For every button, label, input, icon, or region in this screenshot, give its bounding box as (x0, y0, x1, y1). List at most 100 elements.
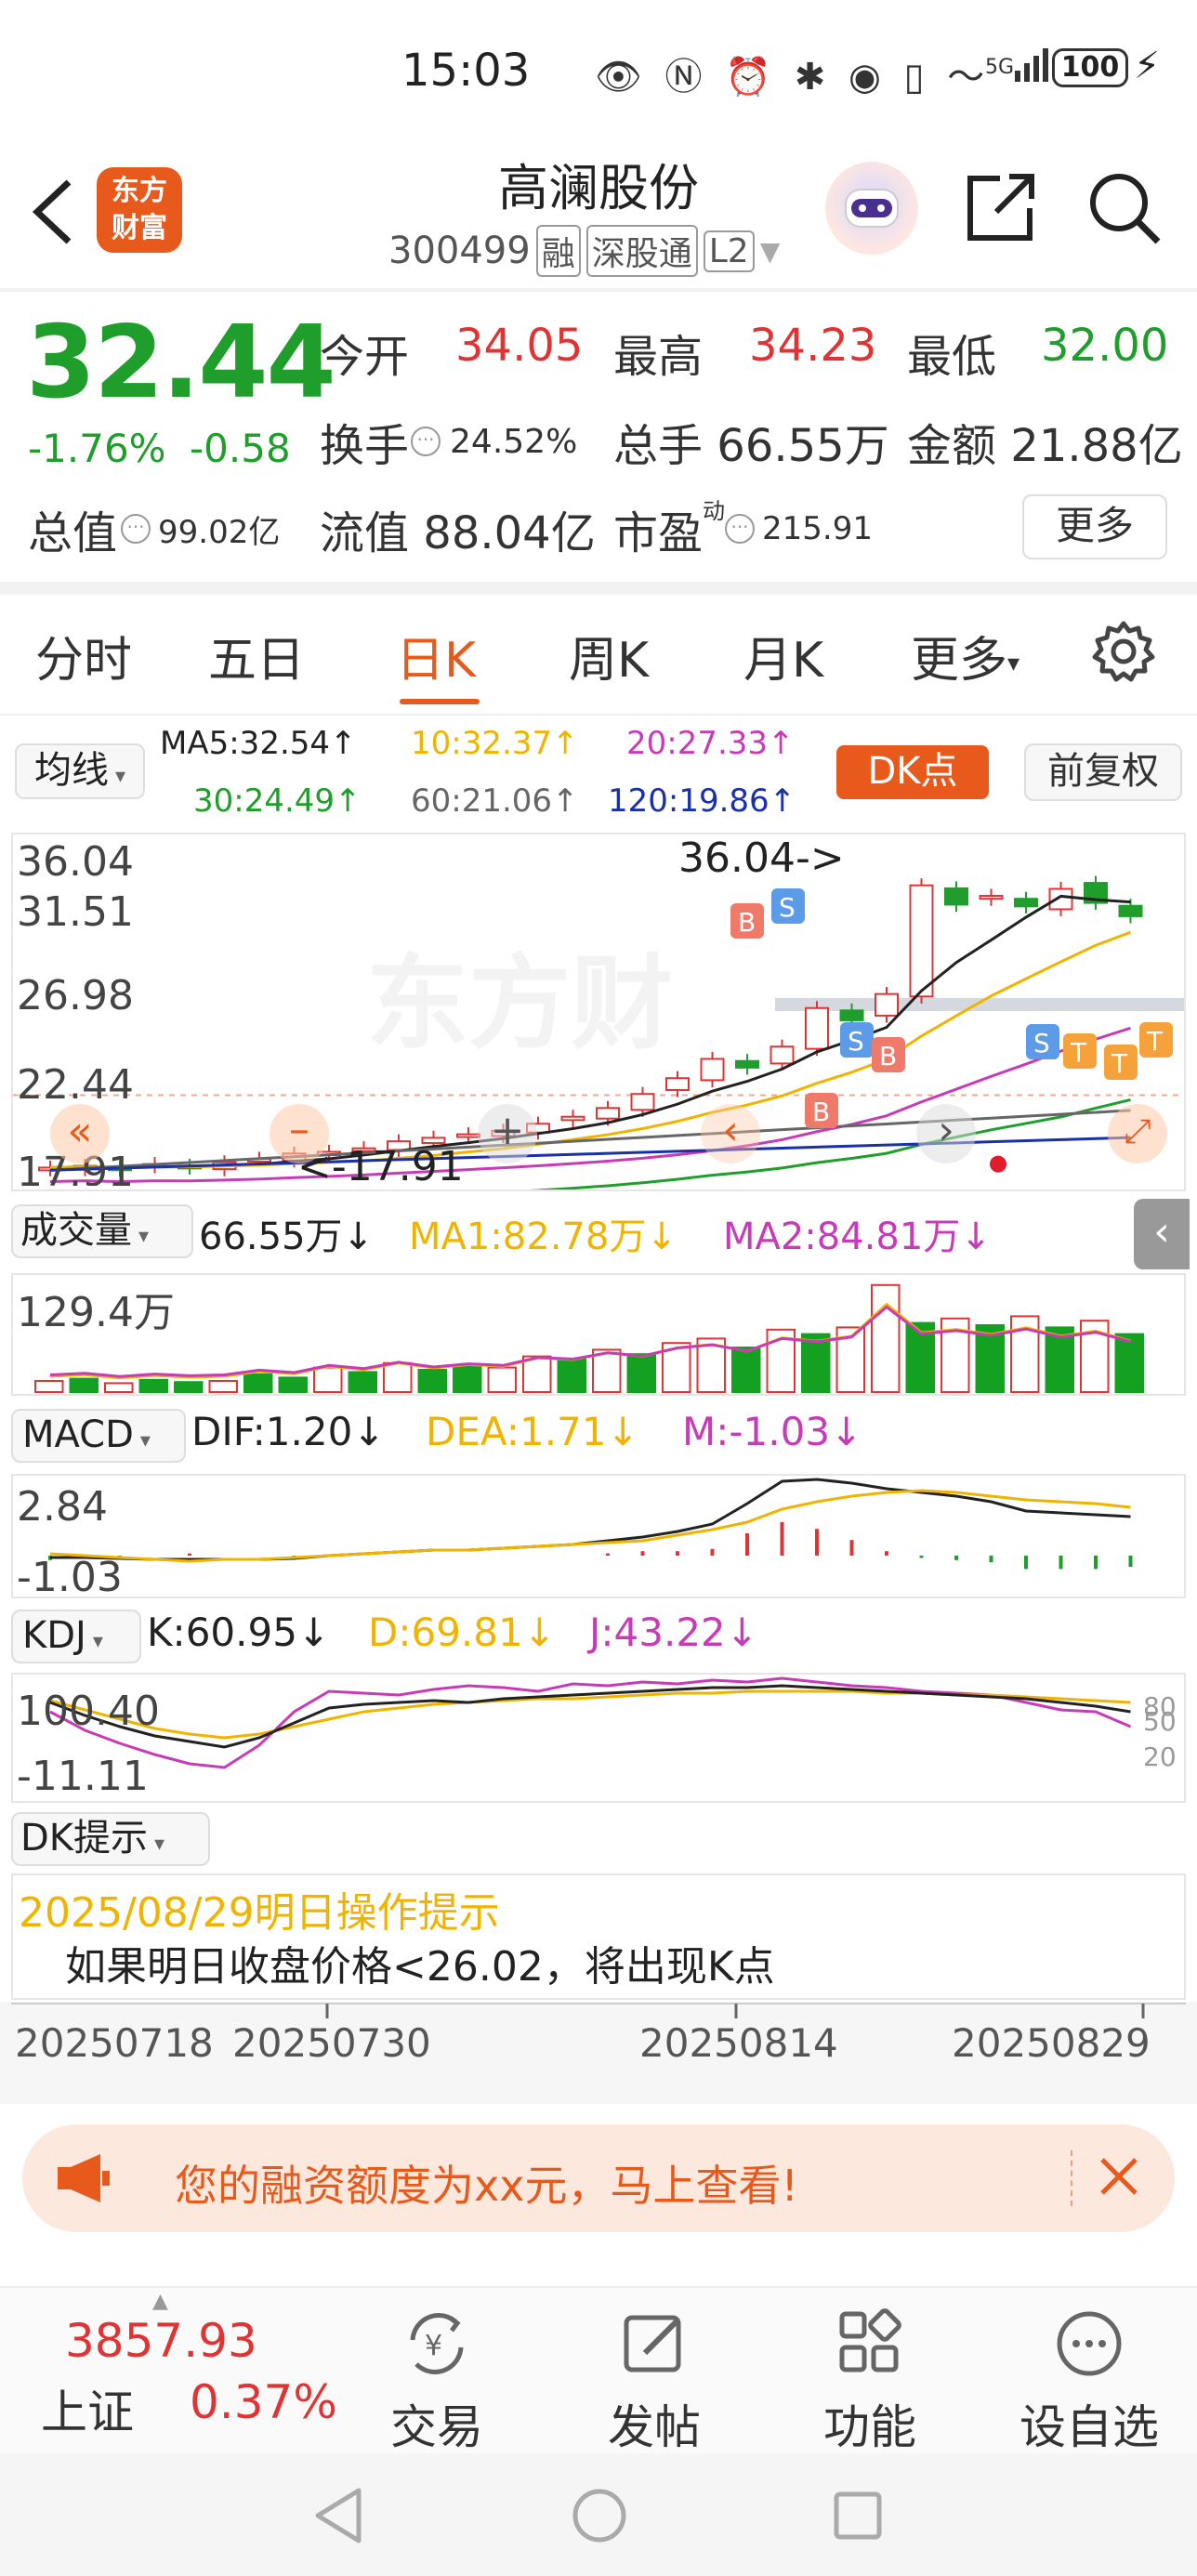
x-date-2: 20250730 (232, 2020, 431, 2066)
ma-dropdown[interactable]: 均线 ▾ (15, 743, 145, 799)
turnover-label: 换手 (320, 420, 410, 472)
dk-point-button[interactable]: DK点 (836, 745, 989, 799)
volume-current: 66.55万↓ (199, 1216, 375, 1258)
period-tabs: 分时 五日 日K 周K 月K 更多▾ (0, 595, 1197, 716)
fullscreen-icon[interactable]: ⤢ (1108, 1104, 1167, 1163)
tab-daily-k[interactable]: 日K (396, 621, 476, 690)
info-icon[interactable]: ··· (411, 427, 441, 456)
tag-connect: 深股通 (585, 225, 698, 277)
ma20-value: 20:27.33↑ (626, 725, 795, 762)
banner-divider (1071, 2150, 1074, 2206)
robot-assistant-icon[interactable] (825, 162, 918, 255)
info-icon[interactable]: ··· (121, 514, 151, 544)
x-date-1: 20250718 (15, 2020, 214, 2066)
settings-gear-icon[interactable] (1091, 619, 1156, 684)
nav-functions[interactable]: 功能 (796, 2307, 944, 2457)
dk-tip-dropdown[interactable]: DK提示 ▾ (11, 1812, 210, 1866)
tab-more[interactable]: 更多▾ (911, 621, 1019, 690)
tab-intraday[interactable]: 分时 (35, 621, 132, 690)
low-value: 32.00 (1041, 320, 1168, 372)
app-logo: 东方 财富 (97, 167, 182, 253)
stock-name: 高澜股份 (498, 159, 699, 217)
macd-dropdown[interactable]: MACD ▾ (11, 1409, 186, 1463)
nav-post[interactable]: 发帖 (580, 2307, 729, 2457)
mcap-label: 总值 (28, 507, 118, 559)
ma30-value: 30:24.49↑ (193, 782, 362, 820)
tab-monthly-k[interactable]: 月K (743, 621, 823, 690)
kdj-d: D:69.81↓ (368, 1610, 556, 1655)
volume-max-label: 129.4万 (17, 1289, 175, 1336)
tab-five-day[interactable]: 五日 (208, 621, 305, 690)
candle (456, 1133, 480, 1138)
t-badge-label: T (1070, 1037, 1087, 1068)
amount-label: 金额 (907, 420, 997, 472)
trade-icon: ¥ (410, 2313, 464, 2374)
scroll-far-left-icon[interactable]: « (50, 1104, 110, 1163)
macd-dropdown-label: MACD (22, 1413, 134, 1456)
signal-icon (1013, 46, 1050, 84)
dk-tip-content: 如果明日收盘价格<26.02，将出现K点 (65, 1943, 775, 1991)
share-icon[interactable] (963, 167, 1041, 245)
bottom-toolbar: ▲ 3857.93 上证 0.37% ¥ 交易 发帖 功能 设自选 (0, 2286, 1197, 2454)
dk-tip-dropdown-label: DK提示 (20, 1817, 149, 1860)
kdj-chart[interactable]: 100.40 -11.11 80 50 20 (11, 1673, 1186, 1803)
nav-back-icon[interactable] (307, 2483, 372, 2548)
candle (944, 887, 968, 906)
tab-weekly-k[interactable]: 周K (569, 621, 649, 690)
adjust-button[interactable]: 前复权 (1024, 743, 1182, 801)
tab-more-label: 更多 (911, 633, 1008, 689)
open-label: 今开 (320, 331, 410, 383)
kdj-dropdown[interactable]: KDJ ▾ (11, 1610, 141, 1663)
logo-line2: 财富 (112, 212, 167, 244)
apps-grid-icon (839, 2308, 901, 2372)
info-icon[interactable]: ··· (725, 514, 756, 544)
volume-value: 66.55万 (717, 420, 889, 472)
zoom-in-icon[interactable]: + (478, 1104, 537, 1163)
ma60-value: 60:21.06↑ (411, 782, 579, 820)
volume-bar (69, 1377, 99, 1393)
close-icon[interactable] (1091, 2149, 1147, 2204)
candle (979, 895, 1004, 900)
search-icon[interactable] (1084, 167, 1165, 249)
x-date-3: 20250814 (639, 2020, 838, 2066)
index-value[interactable]: 3857.93 (65, 2314, 257, 2368)
high-value-text: 34.23 (749, 320, 877, 372)
tag-margin: 融 (535, 225, 581, 277)
zoom-out-icon[interactable]: – (270, 1104, 329, 1163)
candle (630, 1093, 655, 1111)
turnover-value: 24.52% (450, 422, 578, 461)
volume-bar (731, 1347, 761, 1393)
nav-add-watchlist[interactable]: 设自选 (1015, 2307, 1164, 2457)
collapse-panel-icon[interactable]: ‹ (1134, 1199, 1190, 1269)
pe-value: 215.91 (762, 510, 873, 547)
candle (735, 1059, 759, 1069)
volume-dropdown[interactable]: 成交量 ▾ (11, 1204, 193, 1258)
high-value: 34.23 (749, 320, 876, 372)
nav-home-icon[interactable] (567, 2483, 632, 2548)
kdj-d-line (49, 1689, 1131, 1740)
tab-more-caret-icon: ▾ (1007, 650, 1020, 677)
kline-chart[interactable]: 东方财 BSSBBSTTT 36.04 31.51 26.98 22.44 17… (11, 833, 1186, 1191)
more-button[interactable]: 更多 (1022, 494, 1167, 559)
volume-ma1: MA1:82.78万↓ (409, 1216, 677, 1258)
sell-badge-label: S (779, 892, 796, 923)
macd-chart[interactable]: 2.84 -1.03 (11, 1474, 1186, 1598)
nav-recents-icon[interactable] (825, 2483, 890, 2548)
amount-value: 21.88亿 (1010, 420, 1183, 472)
financing-banner[interactable]: 您的融资额度为xx元，马上查看! (22, 2124, 1175, 2232)
scroll-right-icon[interactable]: › (916, 1104, 976, 1163)
back-icon[interactable] (26, 175, 82, 249)
watermark: 东方财 (366, 947, 673, 1061)
candle (560, 1115, 585, 1122)
volume-chart[interactable]: 129.4万 (11, 1273, 1186, 1396)
nav-trade[interactable]: ¥ 交易 (362, 2307, 511, 2457)
index-change[interactable]: 0.37% (190, 2375, 337, 2429)
y-label-4: 22.44 (17, 1061, 134, 1109)
scroll-left-icon[interactable]: ‹ (701, 1104, 760, 1163)
dropdown-icon[interactable]: ▼ (760, 236, 781, 267)
macd-m: M:-1.03↓ (682, 1409, 863, 1454)
buy-badge-label: B (812, 1097, 830, 1127)
ma10-value: 10:32.37↑ (411, 725, 579, 762)
index-name[interactable]: 上证 (41, 2375, 134, 2442)
kdj-top-label: 100.40 (17, 1688, 160, 1735)
